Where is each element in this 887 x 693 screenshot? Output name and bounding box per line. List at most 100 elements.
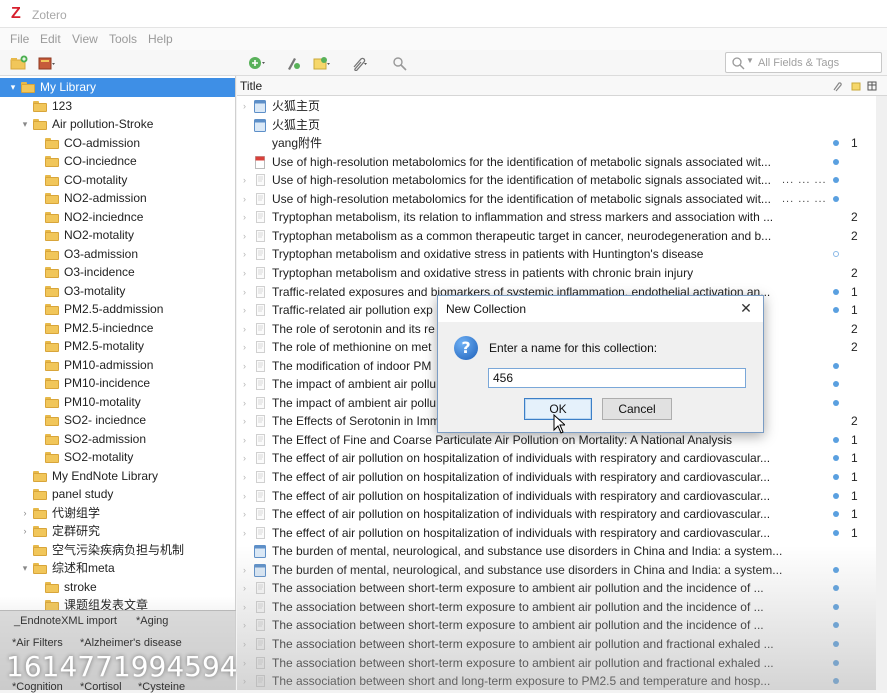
new-note-icon[interactable] [313,55,331,71]
collection-item[interactable]: CO-inciednce [0,152,235,171]
attachment-status-icon[interactable] [833,251,839,258]
collection-item[interactable]: panel study [0,485,235,504]
item-row[interactable]: › The effect of air pollution on hospital… [237,524,887,543]
tag-item[interactable]: *Aging [136,615,168,627]
item-row[interactable]: › Use of high-resolution metabolomics for… [237,190,887,209]
item-expand-icon[interactable]: › [243,190,251,208]
item-row[interactable]: › The effect of air pollution on hospital… [237,505,887,524]
item-expand-icon[interactable]: › [243,616,251,634]
collection-item[interactable]: ▾ Air pollution-Stroke [0,115,235,134]
attachment-status-icon[interactable] [833,195,839,202]
item-expand-icon[interactable]: › [243,283,251,301]
item-row[interactable]: › The association between short-term expo… [237,635,887,654]
collection-item[interactable]: › 代谢组学 [0,504,235,523]
collection-item[interactable]: PM2.5-motality [0,337,235,356]
collection-item[interactable]: O3-admission [0,245,235,264]
item-expand-icon[interactable]: › [243,171,251,189]
expand-toggle-icon[interactable]: ▾ [20,559,30,577]
collection-name-input[interactable] [488,368,746,388]
attachment-status-icon[interactable] [833,622,839,629]
item-expand-icon[interactable]: › [243,227,251,245]
search-icon[interactable] [731,56,745,70]
item-expand-icon[interactable]: › [243,320,251,338]
attachment-status-icon[interactable] [833,529,839,536]
item-expand-icon[interactable]: › [243,208,251,226]
collection-item[interactable]: ▾ My Library [0,78,235,97]
column-picker-icon[interactable] [867,80,877,92]
attachment-status-icon[interactable] [833,566,839,573]
item-expand-icon[interactable]: › [243,264,251,282]
item-row[interactable]: › Use of high-resolution metabolomics for… [237,171,887,190]
item-expand-icon[interactable]: › [243,245,251,263]
item-row[interactable]: › Tryptophan metabolism, its relation to … [237,208,887,227]
menu-view[interactable]: View [72,32,98,46]
collection-item[interactable]: SO2-motality [0,448,235,467]
attachment-icon[interactable] [350,55,368,71]
attachments-column-icon[interactable] [832,80,842,92]
tag-item[interactable]: *Air Filters [12,637,63,649]
attachment-status-icon[interactable] [833,288,839,295]
attachment-status-icon[interactable] [833,381,839,388]
add-by-identifier-icon[interactable] [285,55,303,71]
item-row[interactable]: › The effect of air pollution on hospital… [237,449,887,468]
item-expand-icon[interactable]: › [243,561,251,579]
collection-item[interactable]: O3-motality [0,282,235,301]
cancel-button[interactable]: Cancel [602,398,672,420]
item-row[interactable]: › Tryptophan metabolism and oxidative str… [237,264,887,283]
collection-item[interactable]: PM10-motality [0,393,235,412]
item-expand-icon[interactable]: › [243,672,251,690]
item-expand-icon[interactable]: › [243,394,251,412]
collection-item[interactable]: My EndNote Library [0,467,235,486]
item-row[interactable]: › The association between short-term expo… [237,616,887,635]
attachment-status-icon[interactable] [833,140,839,147]
collection-item[interactable]: O3-incidence [0,263,235,282]
attachment-status-icon[interactable] [833,158,839,165]
collection-item[interactable]: 空气污染疾病负担与机制 [0,541,235,560]
menu-file[interactable]: File [10,32,29,46]
collection-item[interactable]: NO2-inciednce [0,208,235,227]
menu-tools[interactable]: Tools [109,32,137,46]
attachment-status-icon[interactable] [833,362,839,369]
new-item-icon[interactable] [248,55,266,71]
collection-item[interactable]: › 定群研究 [0,522,235,541]
item-row[interactable]: › The burden of mental, neurological, and… [237,561,887,580]
item-expand-icon[interactable]: › [243,357,251,375]
attachment-status-icon[interactable] [833,511,839,518]
new-collection-icon[interactable] [10,55,28,71]
item-expand-icon[interactable]: › [243,487,251,505]
attachment-status-icon[interactable] [833,436,839,443]
attachment-status-icon[interactable] [833,659,839,666]
item-expand-icon[interactable]: › [243,635,251,653]
collection-item[interactable]: CO-motality [0,171,235,190]
attachment-status-icon[interactable] [833,399,839,406]
attachment-status-icon[interactable] [833,640,839,647]
item-expand-icon[interactable]: › [243,654,251,672]
attachment-status-icon[interactable] [833,455,839,462]
item-row[interactable]: › The association between short-term expo… [237,654,887,673]
collection-item[interactable]: 123 [0,97,235,116]
expand-toggle-icon[interactable]: ▾ [20,115,30,133]
item-row[interactable]: › The association between short-term expo… [237,598,887,617]
collection-item[interactable]: SO2- inciednce [0,411,235,430]
item-expand-icon[interactable]: › [243,579,251,597]
items-scrollbar[interactable] [876,96,887,690]
item-expand-icon[interactable]: › [243,375,251,393]
collection-item[interactable]: CO-admission [0,134,235,153]
collection-item[interactable]: PM10-admission [0,356,235,375]
title-column-header[interactable]: Title [240,79,262,93]
expand-toggle-icon[interactable]: ▾ [8,78,18,96]
collection-item[interactable]: stroke [0,578,235,597]
item-row[interactable]: Use of high-resolution metabolomics for … [237,153,887,172]
item-expand-icon[interactable]: › [243,598,251,616]
expand-toggle-icon[interactable]: › [20,504,30,522]
item-row[interactable]: › The effect of air pollution on hospital… [237,487,887,506]
item-row[interactable]: › Tryptophan metabolism as a common thera… [237,227,887,246]
item-row[interactable]: › Tryptophan metabolism and oxidative str… [237,245,887,264]
search-mode-dropdown-icon[interactable]: ▼ [746,56,754,65]
item-row[interactable]: › The association between short-term expo… [237,579,887,598]
item-expand-icon[interactable]: › [243,505,251,523]
attachment-status-icon[interactable] [833,177,839,184]
collection-item[interactable]: PM2.5-addmission [0,300,235,319]
collection-item[interactable]: SO2-admission [0,430,235,449]
collection-item[interactable]: ▾ 综述和meta [0,559,235,578]
